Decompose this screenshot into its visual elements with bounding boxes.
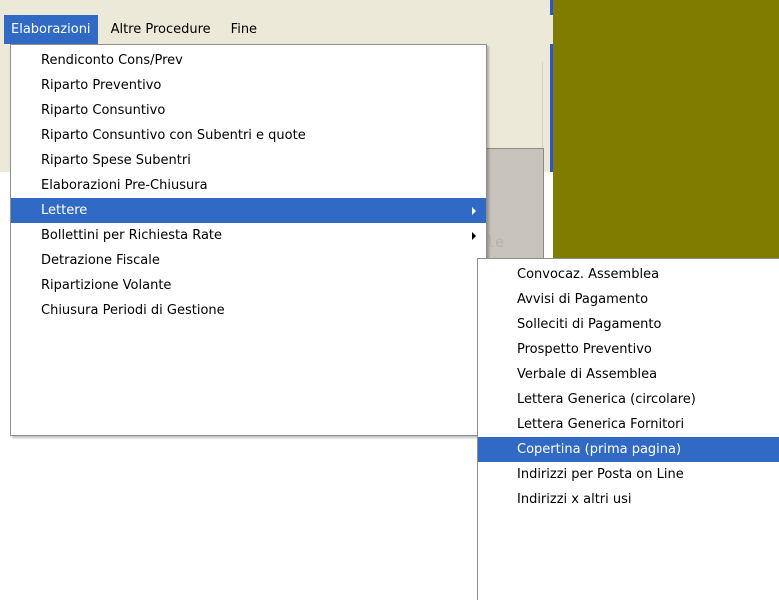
menu-item-riparto-spese-subentri[interactable]: Riparto Spese Subentri: [11, 148, 486, 173]
menu-item-detrazione-fiscale[interactable]: Detrazione Fiscale: [11, 248, 486, 273]
submenu-item-label: Avvisi di Pagamento: [517, 292, 649, 307]
submenu-arrow-icon: [472, 232, 476, 240]
menu-item-riparto-consuntivo-subentri[interactable]: Riparto Consuntivo con Subentri e quote: [11, 123, 486, 148]
submenu-item-label: Convocaz. Assemblea: [517, 267, 660, 282]
menu-item-label: Ripartizione Volante: [41, 278, 172, 293]
menu-bar: Elaborazioni Altre Procedure Fine: [0, 15, 553, 44]
menu-item-label: Chiusura Periodi di Gestione: [41, 303, 225, 318]
menu-item-bollettini[interactable]: Bollettini per Richiesta Rate: [11, 223, 486, 248]
menu-item-chiusura-periodi[interactable]: Chiusura Periodi di Gestione: [11, 298, 486, 323]
menu-altre-procedure[interactable]: Altre Procedure: [104, 15, 218, 44]
submenu-item-verbale-assemblea[interactable]: Verbale di Assemblea: [478, 362, 779, 387]
menu-item-label: Riparto Consuntivo: [41, 103, 166, 118]
submenu-item-prospetto-preventivo[interactable]: Prospetto Preventivo: [478, 337, 779, 362]
menu-item-label: Elaborazioni Pre-Chiusura: [41, 178, 208, 193]
submenu-item-lettera-generica-fornitori[interactable]: Lettera Generica Fornitori: [478, 412, 779, 437]
elaborazioni-dropdown-menu: Rendiconto Cons/Prev Riparto Preventivo …: [10, 44, 487, 436]
submenu-item-copertina[interactable]: Copertina (prima pagina): [478, 437, 779, 462]
submenu-item-solleciti-pagamento[interactable]: Solleciti di Pagamento: [478, 312, 779, 337]
submenu-arrow-icon: [472, 207, 476, 215]
lettere-submenu: Convocaz. Assemblea Avvisi di Pagamento …: [477, 258, 779, 600]
menu-item-label: Lettere: [41, 203, 88, 218]
background-text: le: [486, 233, 505, 251]
submenu-item-indirizzi-altri-usi[interactable]: Indirizzi x altri usi: [478, 487, 779, 512]
submenu-item-label: Copertina (prima pagina): [517, 442, 682, 457]
menu-item-rendiconto-cons-prev[interactable]: Rendiconto Cons/Prev: [11, 48, 486, 73]
menu-item-elaborazioni-pre-chiusura[interactable]: Elaborazioni Pre-Chiusura: [11, 173, 486, 198]
menu-item-lettere[interactable]: Lettere: [11, 198, 486, 223]
submenu-item-label: Solleciti di Pagamento: [517, 317, 662, 332]
menu-item-label: Riparto Preventivo: [41, 78, 162, 93]
menu-item-ripartizione-volante[interactable]: Ripartizione Volante: [11, 273, 486, 298]
menu-fine[interactable]: Fine: [224, 15, 264, 44]
menu-elaborazioni[interactable]: Elaborazioni: [4, 15, 98, 44]
menu-item-label: Detrazione Fiscale: [41, 253, 160, 268]
menu-item-riparto-consuntivo[interactable]: Riparto Consuntivo: [11, 98, 486, 123]
menu-item-label: Bollettini per Richiesta Rate: [41, 228, 223, 243]
olive-desktop-background: [553, 0, 779, 260]
submenu-item-label: Indirizzi x altri usi: [517, 492, 632, 507]
submenu-item-label: Indirizzi per Posta on Line: [517, 467, 684, 482]
submenu-item-label: Lettera Generica (circolare): [517, 392, 696, 407]
submenu-item-label: Prospetto Preventivo: [517, 342, 652, 357]
menu-item-label: Riparto Spese Subentri: [41, 153, 191, 168]
submenu-item-label: Lettera Generica Fornitori: [517, 417, 685, 432]
submenu-item-indirizzi-posta-online[interactable]: Indirizzi per Posta on Line: [478, 462, 779, 487]
menu-item-label: Rendiconto Cons/Prev: [41, 53, 183, 68]
menu-item-riparto-preventivo[interactable]: Riparto Preventivo: [11, 73, 486, 98]
submenu-item-lettera-generica-circolare[interactable]: Lettera Generica (circolare): [478, 387, 779, 412]
submenu-item-convocaz-assemblea[interactable]: Convocaz. Assemblea: [478, 262, 779, 287]
submenu-item-label: Verbale di Assemblea: [517, 367, 658, 382]
menu-item-label: Riparto Consuntivo con Subentri e quote: [41, 128, 306, 143]
submenu-item-avvisi-pagamento[interactable]: Avvisi di Pagamento: [478, 287, 779, 312]
